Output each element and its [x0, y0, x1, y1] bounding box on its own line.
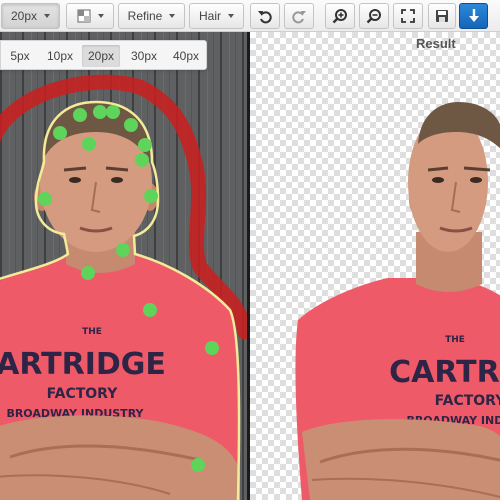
brush-size-option-5px[interactable]: 5px [1, 45, 39, 67]
refine-dropdown[interactable]: Refine [118, 3, 185, 29]
hair-dropdown[interactable]: Hair [189, 3, 244, 29]
chevron-down-icon [169, 14, 176, 18]
save-button[interactable] [428, 3, 456, 29]
result-photo: THE CARTRIDGE FACTORY BROADWAY INDUSTRY [295, 102, 500, 500]
view-mode-icon [77, 9, 90, 23]
redo-button[interactable] [284, 3, 314, 29]
result-pane: THE CARTRIDGE FACTORY BROADWAY INDUSTRY … [250, 32, 500, 500]
fit-screen-icon [401, 9, 415, 23]
undo-icon [258, 11, 272, 24]
shirt-text-sub: FACTORY [47, 386, 119, 402]
brush-size-dropdown[interactable]: 20px [1, 3, 60, 29]
chevron-down-icon [97, 14, 104, 18]
chevron-down-icon [44, 14, 51, 18]
zoom-out-icon [366, 9, 381, 24]
result-shirt-text-sub: FACTORY [435, 393, 500, 409]
view-mode-dropdown[interactable] [66, 3, 114, 29]
edit-canvas[interactable]: THE CARTRIDGE FACTORY BROADWAY INDUSTRY [0, 32, 248, 500]
zoom-out-button[interactable] [359, 3, 389, 29]
download-button[interactable] [459, 3, 488, 29]
chevron-down-icon [228, 14, 234, 18]
brush-size-popup: 5px 10px 20px 30px 40px [0, 40, 207, 70]
toolbar: 20px Refine Hair [0, 0, 500, 32]
zoom-in-icon [332, 9, 347, 24]
hair-label: Hair [198, 9, 221, 23]
brush-size-option-30px[interactable]: 30px [125, 45, 163, 67]
shirt-text-small: THE [82, 327, 102, 337]
edit-photo: THE CARTRIDGE FACTORY BROADWAY INDUSTRY [0, 32, 248, 500]
fit-screen-button[interactable] [393, 3, 423, 29]
brush-size-option-20px[interactable]: 20px [82, 45, 120, 67]
refine-label: Refine [127, 9, 163, 23]
result-shirt-text-small: THE [445, 335, 465, 345]
download-icon [468, 9, 479, 22]
brush-size-option-40px[interactable]: 40px [167, 45, 205, 67]
brush-size-option-10px[interactable]: 10px [41, 45, 79, 67]
redo-icon [292, 11, 306, 24]
save-icon [436, 10, 448, 22]
result-title: Result [416, 36, 456, 51]
zoom-in-button[interactable] [325, 3, 355, 29]
result-shirt-text-main: CARTRIDGE [389, 355, 500, 390]
undo-button[interactable] [250, 3, 280, 29]
brush-size-label: 20px [10, 9, 38, 23]
shirt-text-main: CARTRIDGE [0, 347, 166, 382]
